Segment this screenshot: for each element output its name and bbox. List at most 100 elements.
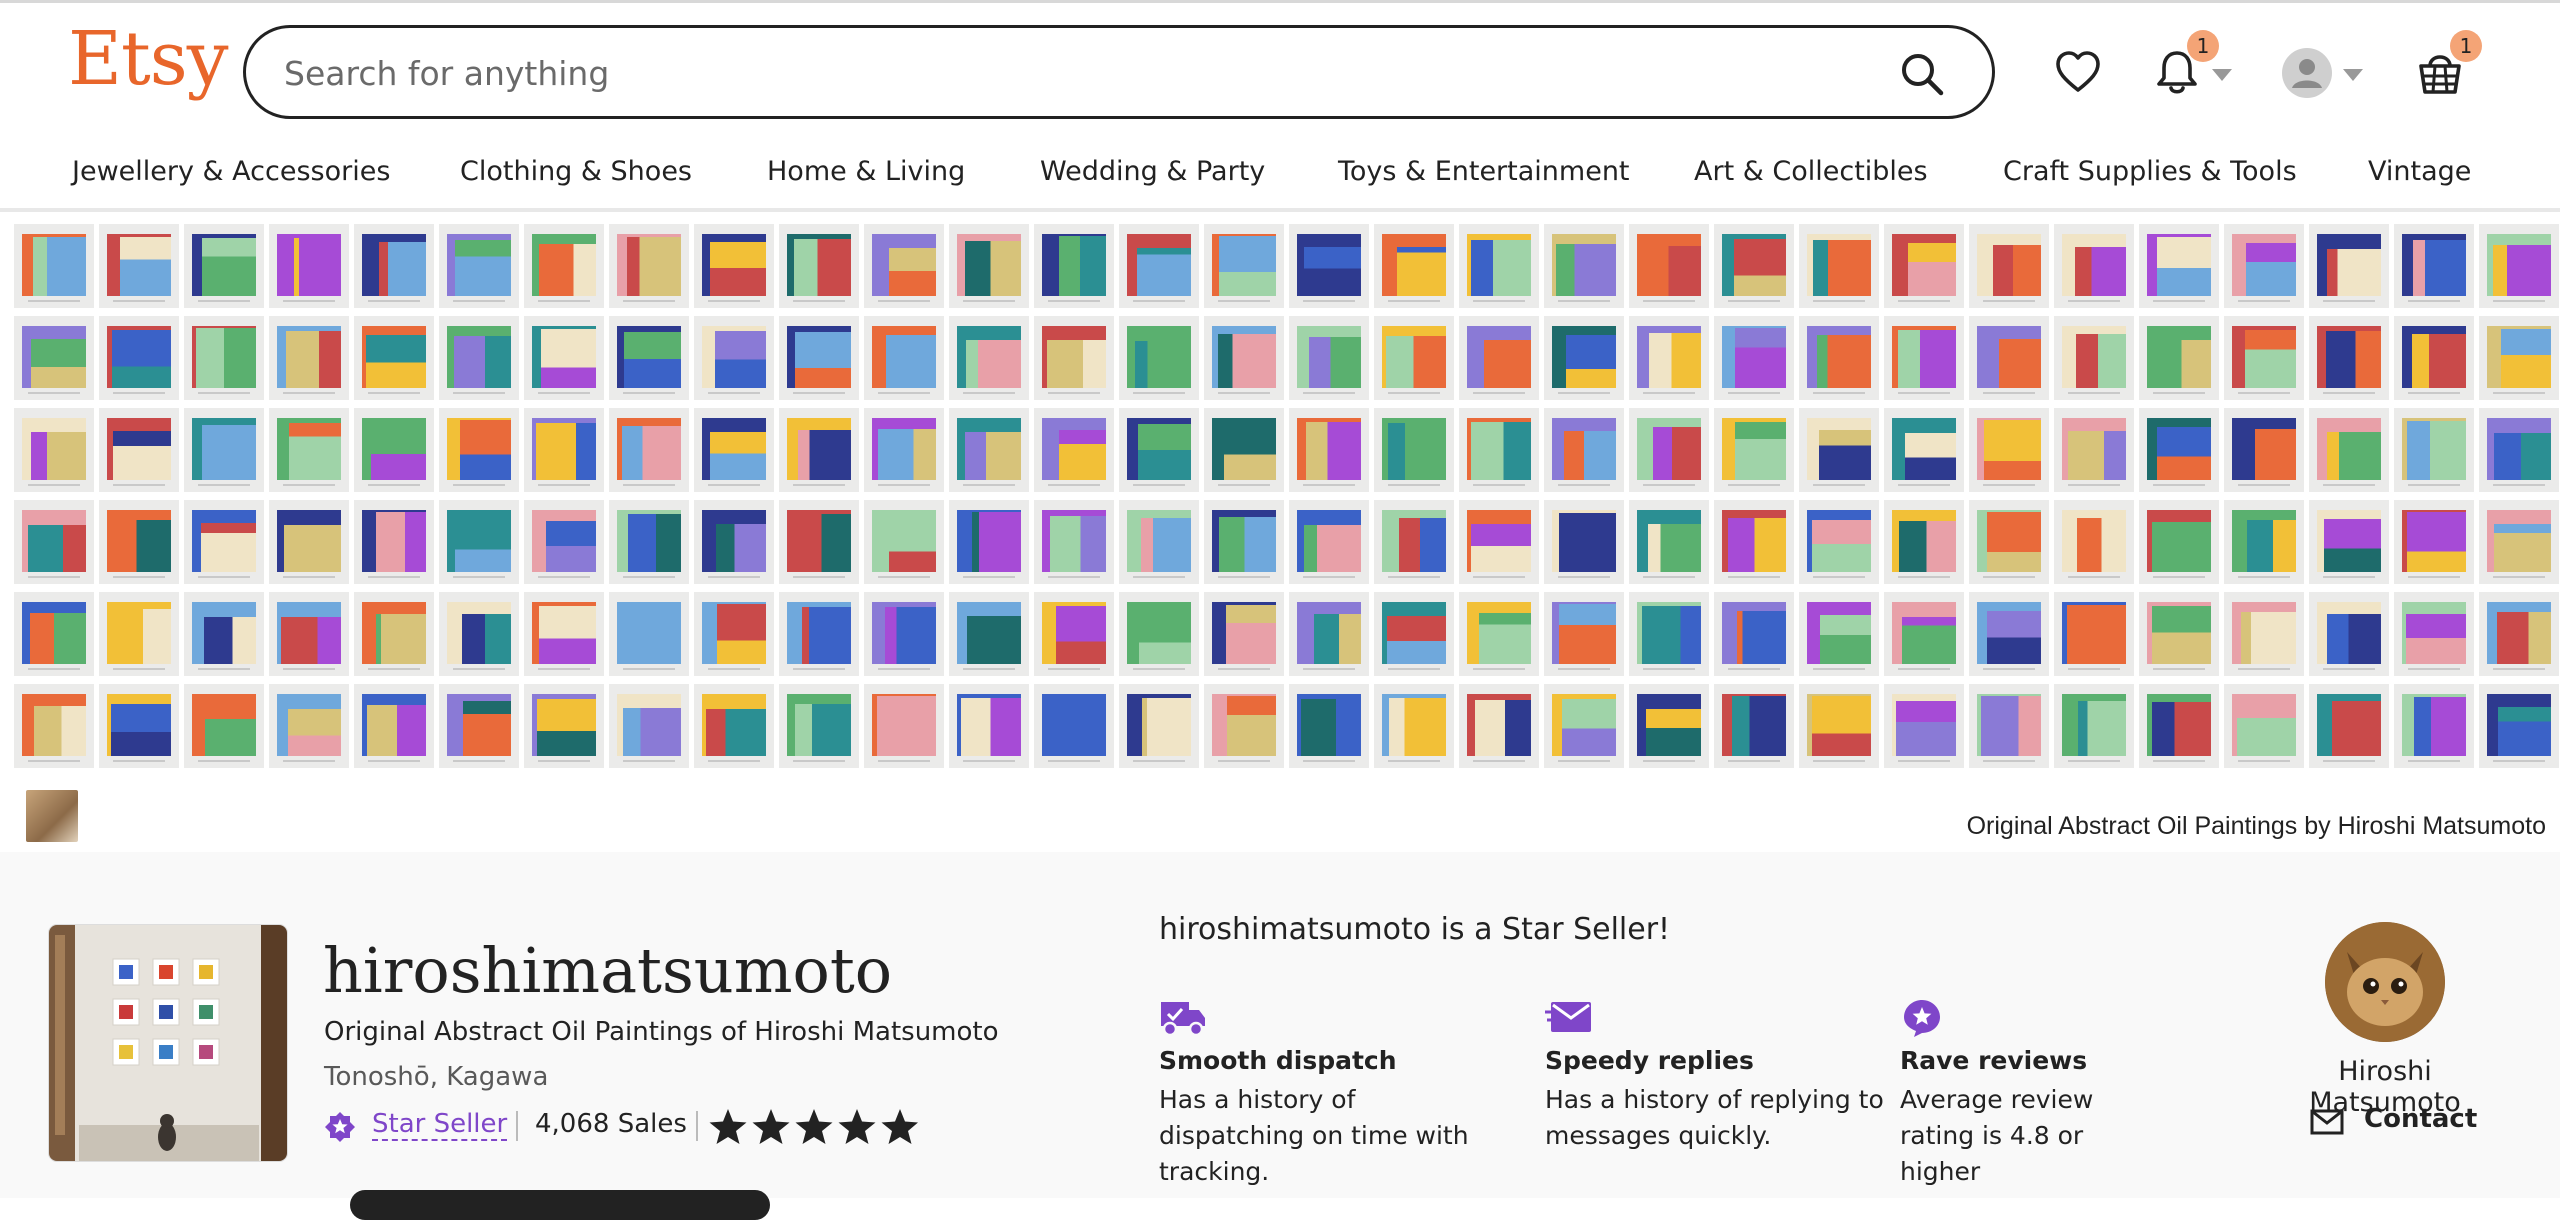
search-input[interactable] — [282, 44, 1826, 102]
painting-thumbnail — [269, 408, 349, 492]
painting-thumbnail — [1374, 500, 1454, 584]
painting-thumbnail — [1714, 316, 1794, 400]
painting-thumbnail — [2139, 500, 2219, 584]
painting-thumbnail — [1034, 684, 1114, 768]
painting-thumbnail — [1289, 684, 1369, 768]
painting-thumbnail — [1119, 592, 1199, 676]
category-craft-supplies-tools[interactable]: Craft Supplies & Tools — [2003, 156, 2297, 187]
painting-thumbnail — [1544, 500, 1624, 584]
painting-thumbnail — [524, 500, 604, 584]
painting-thumbnail — [2054, 408, 2134, 492]
painting-thumbnail — [2139, 684, 2219, 768]
painting-thumbnail — [1714, 592, 1794, 676]
owner-avatar[interactable] — [2325, 922, 2445, 1042]
painting-thumbnail — [2479, 408, 2559, 492]
painting-thumbnail — [1034, 224, 1114, 308]
painting-thumbnail — [1119, 684, 1199, 768]
painting-thumbnail — [609, 684, 689, 768]
painting-thumbnail — [2309, 408, 2389, 492]
painting-thumbnail — [2054, 316, 2134, 400]
category-clothing-shoes[interactable]: Clothing & Shoes — [460, 156, 692, 187]
chevron-down-icon[interactable] — [2212, 66, 2232, 85]
category-jewellery-accessories[interactable]: Jewellery & Accessories — [72, 156, 390, 187]
painting-thumbnail — [269, 500, 349, 584]
painting-thumbnail — [1629, 592, 1709, 676]
favorites-heart-icon[interactable] — [2054, 50, 2102, 94]
painting-thumbnail — [524, 408, 604, 492]
painting-thumbnail — [2224, 500, 2304, 584]
star-badge-icon — [1902, 998, 1942, 1042]
painting-thumbnail — [2309, 684, 2389, 768]
painting-thumbnail — [1459, 684, 1539, 768]
category-art-collectibles[interactable]: Art & Collectibles — [1694, 156, 1928, 187]
painting-thumbnail — [694, 500, 774, 584]
search-icon[interactable] — [1898, 50, 1946, 98]
star-seller-headline: hiroshimatsumoto is a Star Seller! — [1159, 912, 1671, 947]
banner-caption: Original Abstract Oil Paintings by Hiros… — [1966, 812, 2546, 840]
category-home-living[interactable]: Home & Living — [767, 156, 965, 187]
painting-thumbnail — [949, 316, 1029, 400]
search-bar[interactable] — [243, 25, 1995, 119]
star-seller-link[interactable]: Star Seller — [372, 1109, 508, 1141]
painting-thumbnail — [1884, 592, 1964, 676]
painting-thumbnail — [2054, 684, 2134, 768]
painting-thumbnail — [354, 316, 434, 400]
favorite-shop-button[interactable] — [350, 1190, 770, 1220]
shop-banner: Original Abstract Oil Paintings by Hiros… — [0, 212, 2560, 852]
rating-stars[interactable] — [708, 1107, 918, 1151]
painting-thumbnail — [609, 408, 689, 492]
notifications-badge: 1 — [2187, 30, 2219, 62]
painting-thumbnail — [694, 224, 774, 308]
painting-thumbnail — [1799, 224, 1879, 308]
painting-thumbnail — [1204, 500, 1284, 584]
painting-thumbnail — [2139, 316, 2219, 400]
painting-thumbnail — [2224, 224, 2304, 308]
category-wedding-party[interactable]: Wedding & Party — [1040, 156, 1265, 187]
painting-thumbnail — [1884, 684, 1964, 768]
painting-thumbnail — [14, 684, 94, 768]
painting-thumbnail — [949, 408, 1029, 492]
painting-thumbnail — [184, 500, 264, 584]
painting-thumbnail — [864, 592, 944, 676]
painting-thumbnail — [2224, 592, 2304, 676]
painting-thumbnail — [2309, 592, 2389, 676]
painting-thumbnail — [1714, 500, 1794, 584]
painting-thumbnail — [2394, 684, 2474, 768]
painting-thumbnail — [1204, 316, 1284, 400]
account-avatar-icon[interactable] — [2282, 48, 2332, 98]
painting-thumbnail — [1799, 316, 1879, 400]
painting-thumbnail — [524, 684, 604, 768]
painting-thumbnail — [2054, 224, 2134, 308]
painting-thumbnail — [1544, 684, 1624, 768]
painting-thumbnail — [354, 684, 434, 768]
painting-thumbnail — [1374, 592, 1454, 676]
painting-thumbnail — [524, 224, 604, 308]
painting-thumbnail — [1034, 500, 1114, 584]
painting-thumbnail — [609, 224, 689, 308]
painting-thumbnail — [2394, 316, 2474, 400]
painting-thumbnail — [694, 408, 774, 492]
chevron-down-icon[interactable] — [2343, 66, 2363, 85]
etsy-logo[interactable]: Etsy — [68, 22, 229, 96]
painting-thumbnail — [1374, 316, 1454, 400]
painting-thumbnail — [1884, 500, 1964, 584]
painting-thumbnail — [354, 592, 434, 676]
painting-thumbnail — [524, 592, 604, 676]
painting-thumbnail — [269, 224, 349, 308]
painting-thumbnail — [269, 684, 349, 768]
category-vintage[interactable]: Vintage — [2368, 156, 2471, 187]
painting-thumbnail — [354, 500, 434, 584]
painting-thumbnail — [2479, 592, 2559, 676]
painting-thumbnail — [1374, 684, 1454, 768]
painting-thumbnail — [779, 316, 859, 400]
painting-thumbnail — [2224, 684, 2304, 768]
painting-thumbnail — [1119, 224, 1199, 308]
painting-thumbnail — [14, 408, 94, 492]
painting-thumbnail — [2479, 224, 2559, 308]
painting-thumbnail — [2054, 592, 2134, 676]
category-toys-entertainment[interactable]: Toys & Entertainment — [1338, 156, 1630, 187]
painting-thumbnail — [2394, 592, 2474, 676]
painting-thumbnail — [694, 592, 774, 676]
mail-icon — [2310, 1108, 2344, 1143]
painting-thumbnail — [2054, 500, 2134, 584]
